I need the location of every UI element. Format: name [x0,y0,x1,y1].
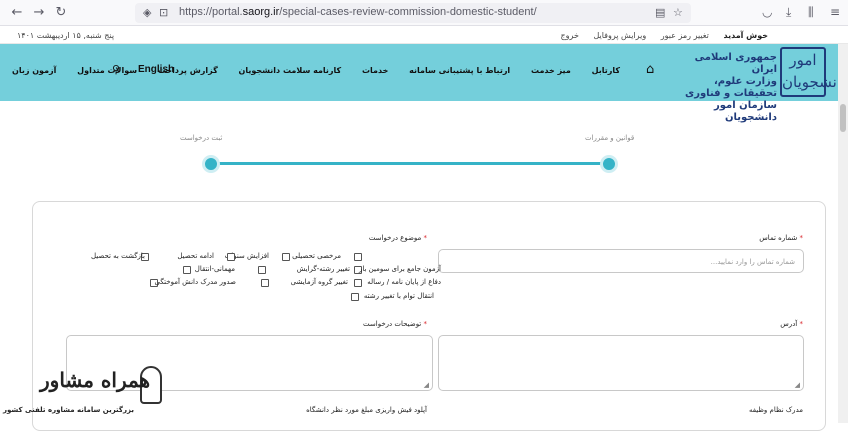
menu-item-health-report[interactable]: کارنامه سلامت دانشجویان [239,66,342,75]
subject-label: * موضوع درخواست [368,234,427,242]
address-label: * آدرس [780,320,803,328]
step-rules-label: قوانین و مقررات [585,134,635,142]
shield-icon[interactable]: ◈ [143,6,151,19]
watermark-title: همراه مشاور [40,368,151,392]
checkbox-educational-leave[interactable] [354,253,362,261]
pocket-icon[interactable]: ◡ [762,5,772,19]
menu-item-language-test[interactable]: آزمون زبان [12,66,56,75]
org-line-3: سازمان امور دانشجویان [714,100,777,123]
site-header: امور دانشجویان جمهوری اسلامی ایران وزارت… [0,44,848,123]
forward-icon[interactable]: → [30,4,48,22]
phone-placeholder: شماره تماس را وارد نمایید... [710,258,795,266]
description-label: * توضیحات درخواست [363,320,427,328]
checkbox-guest-transfer[interactable] [183,266,191,274]
option-change-major: تغییر رشته-گرایش [296,265,350,273]
edit-profile-link[interactable]: ویرایش پروفایل [593,31,646,40]
upload-label: آپلود فیش واریزی مبلغ مورد نظر دانشگاه [306,406,427,414]
menu-item-service-desk[interactable]: میز خدمت [531,66,571,75]
option-transfer-change-major: انتقال توام با تغییر رشته [363,292,434,300]
url-text: https://portal.saorg.ir/special-cases-re… [179,6,537,18]
address-textarea[interactable]: ◢ [438,335,804,391]
checkbox-continue-education[interactable] [227,253,235,261]
bookmark-star-icon[interactable]: ☆ [673,6,683,19]
option-graduation-certificate: صدور مدرک دانش آموختگی [154,278,236,286]
home-icon[interactable]: ⌂ [646,62,654,77]
org-line-1: جمهوری اسلامی ایران [694,52,777,75]
resize-handle-icon[interactable]: ◢ [795,381,800,389]
site-logo[interactable]: امور دانشجویان [780,47,848,97]
option-return-to-education: بازگشت به تحصیل [90,252,145,260]
checkbox-thesis-defense[interactable] [354,279,362,287]
change-password-link[interactable]: تغییر رمز عبور [661,31,709,40]
option-educational-leave: مرخصی تحصیلی [292,252,341,260]
option-comprehensive-exam: آزمون جامع برای سومین بار [358,265,441,273]
english-link[interactable]: English [138,64,174,75]
url-bar[interactable]: ◈ ⊡ https://portal.saorg.ir/special-case… [135,3,691,23]
menu-item-services[interactable]: خدمات [362,66,388,75]
download-icon[interactable]: ⤓ [786,5,791,20]
org-name: جمهوری اسلامی ایران وزارت علوم، تحقیقات … [677,52,777,124]
library-icon[interactable]: ⫼ [808,5,814,20]
top-info-bar: پنج شنبه, ۱۵ اردیبهشت ۱۴۰۱ خوش آمدید تغی… [0,27,848,44]
checkbox-transfer-change-major[interactable] [351,293,359,301]
scroll-thumb[interactable] [840,104,846,132]
menu-icon[interactable]: ≡ [830,5,840,19]
menu-item-faq[interactable]: سوالات متداول [77,66,137,75]
step-request-label: ثبت درخواست [180,134,223,142]
org-line-2: وزارت علوم، تحقیقات و فناوری [685,76,777,99]
checkbox-increase-years[interactable] [282,253,290,261]
reload-icon[interactable]: ↻ [52,4,70,22]
lock-icon[interactable]: ⊡ [159,6,168,19]
watermark: همراه مشاور بزرگترین سامانه مشاوره تلفنی… [0,362,182,423]
option-thesis-defense: دفاع از پایان نامه / رساله [367,278,441,286]
menu-item-support[interactable]: ارتباط با پشتیبانی سامانه [409,66,510,75]
checkbox-change-major[interactable] [258,266,266,274]
option-continue-education: ادامه تحصیل [177,252,214,260]
phone-label: * شماره تماس [759,234,803,242]
search-icon[interactable]: ⚲ [112,63,120,76]
step-request-dot [202,155,220,173]
page-scrollbar[interactable] [838,44,848,423]
step-rules-dot [600,155,618,173]
step-progress-line [211,162,609,165]
military-label: مدرک نظام وظیفه [748,406,803,414]
phone-input[interactable]: شماره تماس را وارد نمایید... [438,249,804,273]
user-links: خوش آمدید تغییر رمز عبور ویرایش پروفایل … [549,31,769,40]
reader-view-icon[interactable]: ▤ [655,6,665,19]
watermark-subtitle: بزرگترین سامانه مشاوره تلفنی کشور [3,406,134,414]
main-menu: کارتابل میز خدمت ارتباط با پشتیبانی ساما… [0,66,620,80]
menu-item-cartable[interactable]: کارتابل [592,66,620,75]
option-guest-transfer: مهمانی-انتقال [194,265,235,273]
browser-toolbar: ← → ↻ ◈ ⊡ https://portal.saorg.ir/specia… [0,0,848,26]
logout-link[interactable]: خروج [561,31,579,40]
date-text: پنج شنبه, ۱۵ اردیبهشت ۱۴۰۱ [17,31,115,40]
option-change-group: تغییر گروه آزمایشی [290,278,348,286]
resize-handle-icon[interactable]: ◢ [424,381,429,389]
back-icon[interactable]: ← [8,4,26,22]
checkbox-change-group[interactable] [261,279,269,287]
welcome-text: خوش آمدید [723,31,768,40]
